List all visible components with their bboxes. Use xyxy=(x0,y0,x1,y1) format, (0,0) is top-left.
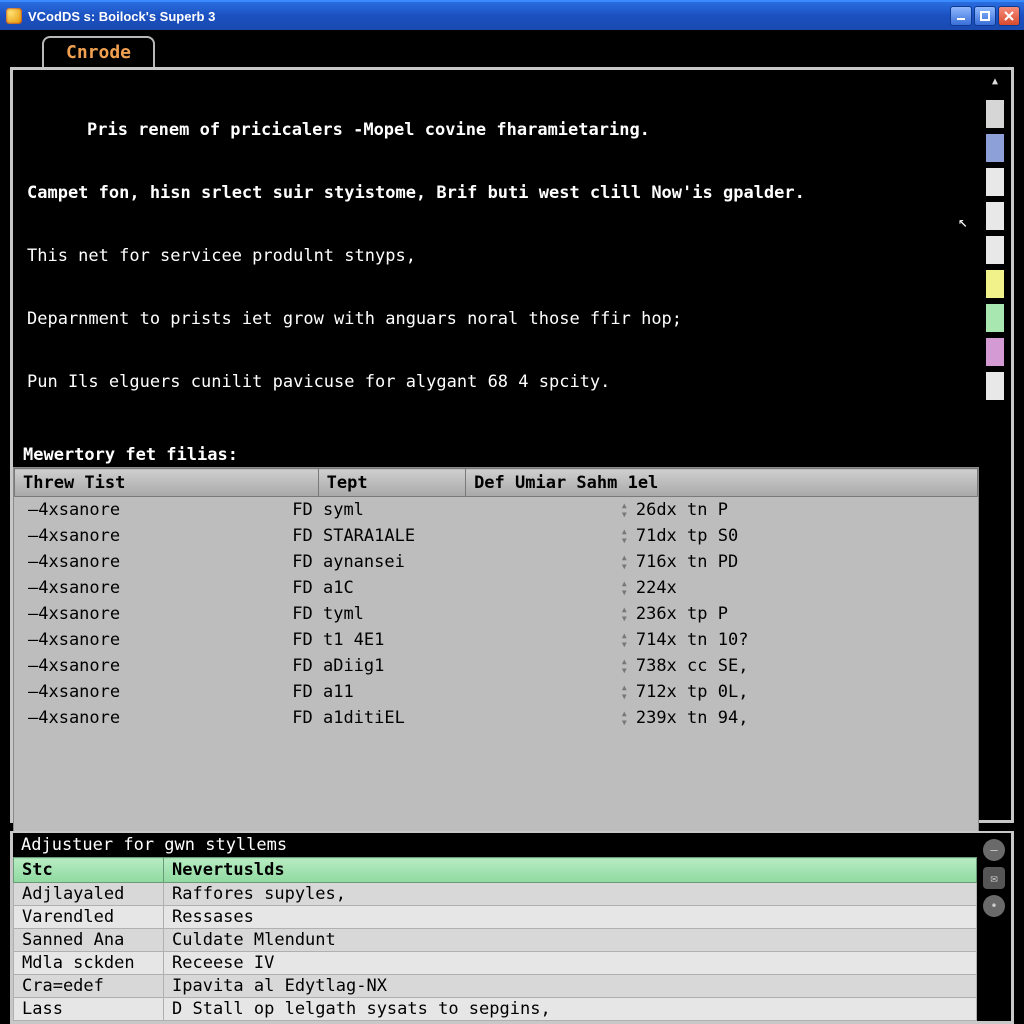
color-swatch[interactable] xyxy=(986,100,1004,128)
color-swatch[interactable] xyxy=(986,134,1004,162)
table-row[interactable]: –4xsanoreFD a1ditiEL239x tn 94, xyxy=(14,705,978,731)
sort-icon xyxy=(620,607,632,621)
col-def-umiar[interactable]: Def Umiar Sahm 1el xyxy=(466,469,978,497)
sort-icon xyxy=(620,529,632,543)
adjust-sidebar: – ✉ • xyxy=(977,833,1011,1021)
col-threw-tist[interactable]: Threw Tist xyxy=(15,469,319,497)
tab-strip: Cnrode xyxy=(42,36,1018,67)
sort-icon xyxy=(620,555,632,569)
app-icon xyxy=(6,8,22,24)
close-button[interactable] xyxy=(998,6,1020,26)
table-row[interactable]: –4xsanoreFD aynansei716x tn PD xyxy=(14,549,978,575)
table-row[interactable]: LassD Stall op lelgath sysats to sepgins… xyxy=(14,998,977,1021)
app-window: VCodDS s: Boilock's Superb 3 Cnrode Pris… xyxy=(0,0,1024,1024)
mail-icon[interactable]: ✉ xyxy=(983,867,1005,889)
tab-cnrode[interactable]: Cnrode xyxy=(42,36,155,67)
table-row[interactable]: Cra=edefIpavita al Edytlag-NX xyxy=(14,975,977,998)
adjust-dot-button[interactable]: • xyxy=(983,895,1005,917)
table-row[interactable]: Sanned AnaCuldate Mlendunt xyxy=(14,929,977,952)
table-row[interactable]: Mdla sckdenReceese IV xyxy=(14,952,977,975)
sort-icon xyxy=(620,581,632,595)
msg-line-3: This net for servicee produlnt stnyps, xyxy=(27,246,965,267)
sort-icon xyxy=(620,685,632,699)
msg-line-5: Pun Ils elguers cunilit pavicuse for aly… xyxy=(27,372,965,393)
sort-icon xyxy=(620,659,632,673)
main-frame: Pris renem of pricicalers -Mopel covine … xyxy=(10,67,1014,823)
window-title: VCodDS s: Boilock's Superb 3 xyxy=(28,9,215,24)
col-tept[interactable]: Tept xyxy=(318,469,465,497)
table-row[interactable]: –4xsanoreFD STARA1ALE71dx tp S0 xyxy=(14,523,978,549)
color-swatch[interactable] xyxy=(986,338,1004,366)
color-swatch[interactable] xyxy=(986,236,1004,264)
list-heading: Mewertory fet filias: xyxy=(13,441,979,467)
message-panel: Pris renem of pricicalers -Mopel covine … xyxy=(13,70,979,441)
table-row[interactable]: –4xsanoreFD aDiig1738x cc SE, xyxy=(14,653,978,679)
sidebar-up-icon[interactable] xyxy=(986,76,1004,94)
maximize-button[interactable] xyxy=(974,6,996,26)
table-row[interactable]: VarendledRessases xyxy=(14,906,977,929)
sort-icon xyxy=(620,711,632,725)
window-controls xyxy=(950,6,1020,26)
color-swatch[interactable] xyxy=(986,168,1004,196)
sort-icon xyxy=(620,503,632,517)
sort-icon xyxy=(620,633,632,647)
color-swatch[interactable] xyxy=(986,270,1004,298)
titlebar: VCodDS s: Boilock's Superb 3 xyxy=(0,2,1024,30)
table-row[interactable]: –4xsanoreFD a1C224x xyxy=(14,575,978,601)
color-swatch[interactable] xyxy=(986,304,1004,332)
msg-line-2: Campet fon, hisn srlect suir styistome, … xyxy=(27,183,965,204)
adjust-title: Adjustuer for gwn styllems xyxy=(13,833,977,857)
table-row[interactable]: –4xsanoreFD syml26dx tn P xyxy=(14,497,978,523)
minimize-button[interactable] xyxy=(950,6,972,26)
color-sidebar xyxy=(979,70,1011,820)
table-row[interactable]: –4xsanoreFD tyml236x tp P xyxy=(14,601,978,627)
color-swatch[interactable] xyxy=(986,372,1004,400)
adjust-minus-button[interactable]: – xyxy=(983,839,1005,861)
adj-col-stc[interactable]: Stc xyxy=(14,858,164,883)
msg-line-1: Pris renem of pricicalers -Mopel covine … xyxy=(27,120,965,141)
color-swatch[interactable] xyxy=(986,202,1004,230)
client-area: Cnrode Pris renem of pricicalers -Mopel … xyxy=(0,30,1024,1024)
table-row[interactable]: –4xsanoreFD t1 4E1714x tn 10? xyxy=(14,627,978,653)
msg-line-4: Deparnment to prists iet grow with angua… xyxy=(27,309,965,330)
table-row[interactable]: –4xsanoreFD a11712x tp 0L, xyxy=(14,679,978,705)
adj-col-nevertuslds[interactable]: Nevertuslds xyxy=(164,858,977,883)
adjust-panel: Adjustuer for gwn styllems Stc Nevertusl… xyxy=(10,831,1014,1024)
table-row[interactable]: AdjlayaledRaffores supyles, xyxy=(14,883,977,906)
